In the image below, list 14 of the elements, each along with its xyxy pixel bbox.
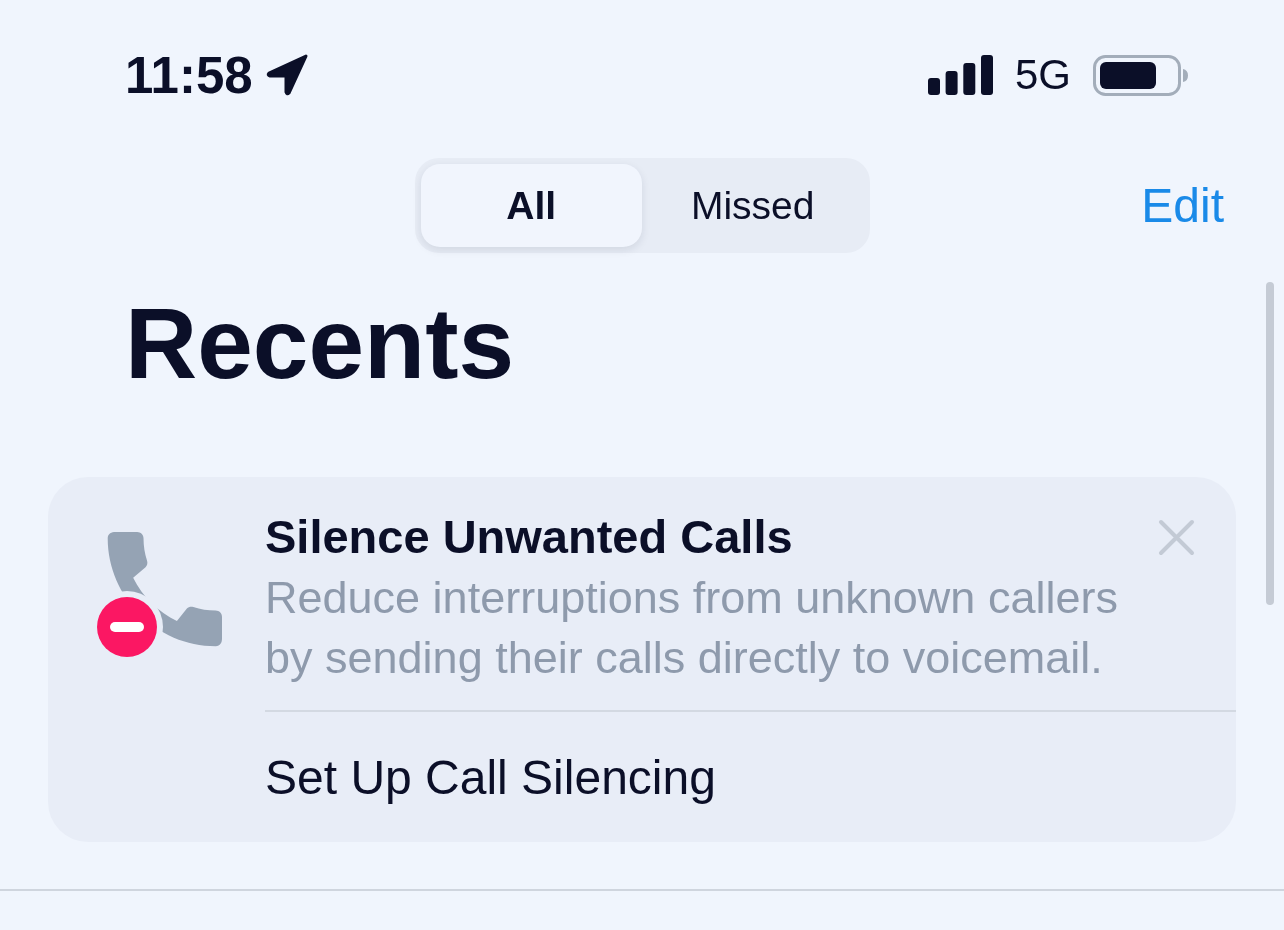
blocked-phone-icon (95, 530, 222, 657)
banner-description: Reduce interruptions from unknown callers by sending their calls directly to voicemail. (265, 571, 1119, 685)
segment-tab[interactable]: Missed (642, 164, 864, 247)
network-label: 5G (1014, 54, 1071, 96)
set-up-silencing-button[interactable]: Set Up Call Silencing (265, 748, 716, 808)
banner-title: Silence Unwanted Calls (265, 509, 793, 565)
close-icon (1158, 518, 1195, 556)
signal-bars-icon (927, 55, 993, 95)
page-title: Recents (125, 286, 516, 401)
location-arrow-icon (264, 53, 309, 97)
close-button[interactable] (1158, 518, 1195, 556)
segment-tab[interactable]: All (420, 164, 642, 247)
battery-icon (1093, 54, 1188, 96)
status-time: 11:58 (125, 49, 253, 101)
